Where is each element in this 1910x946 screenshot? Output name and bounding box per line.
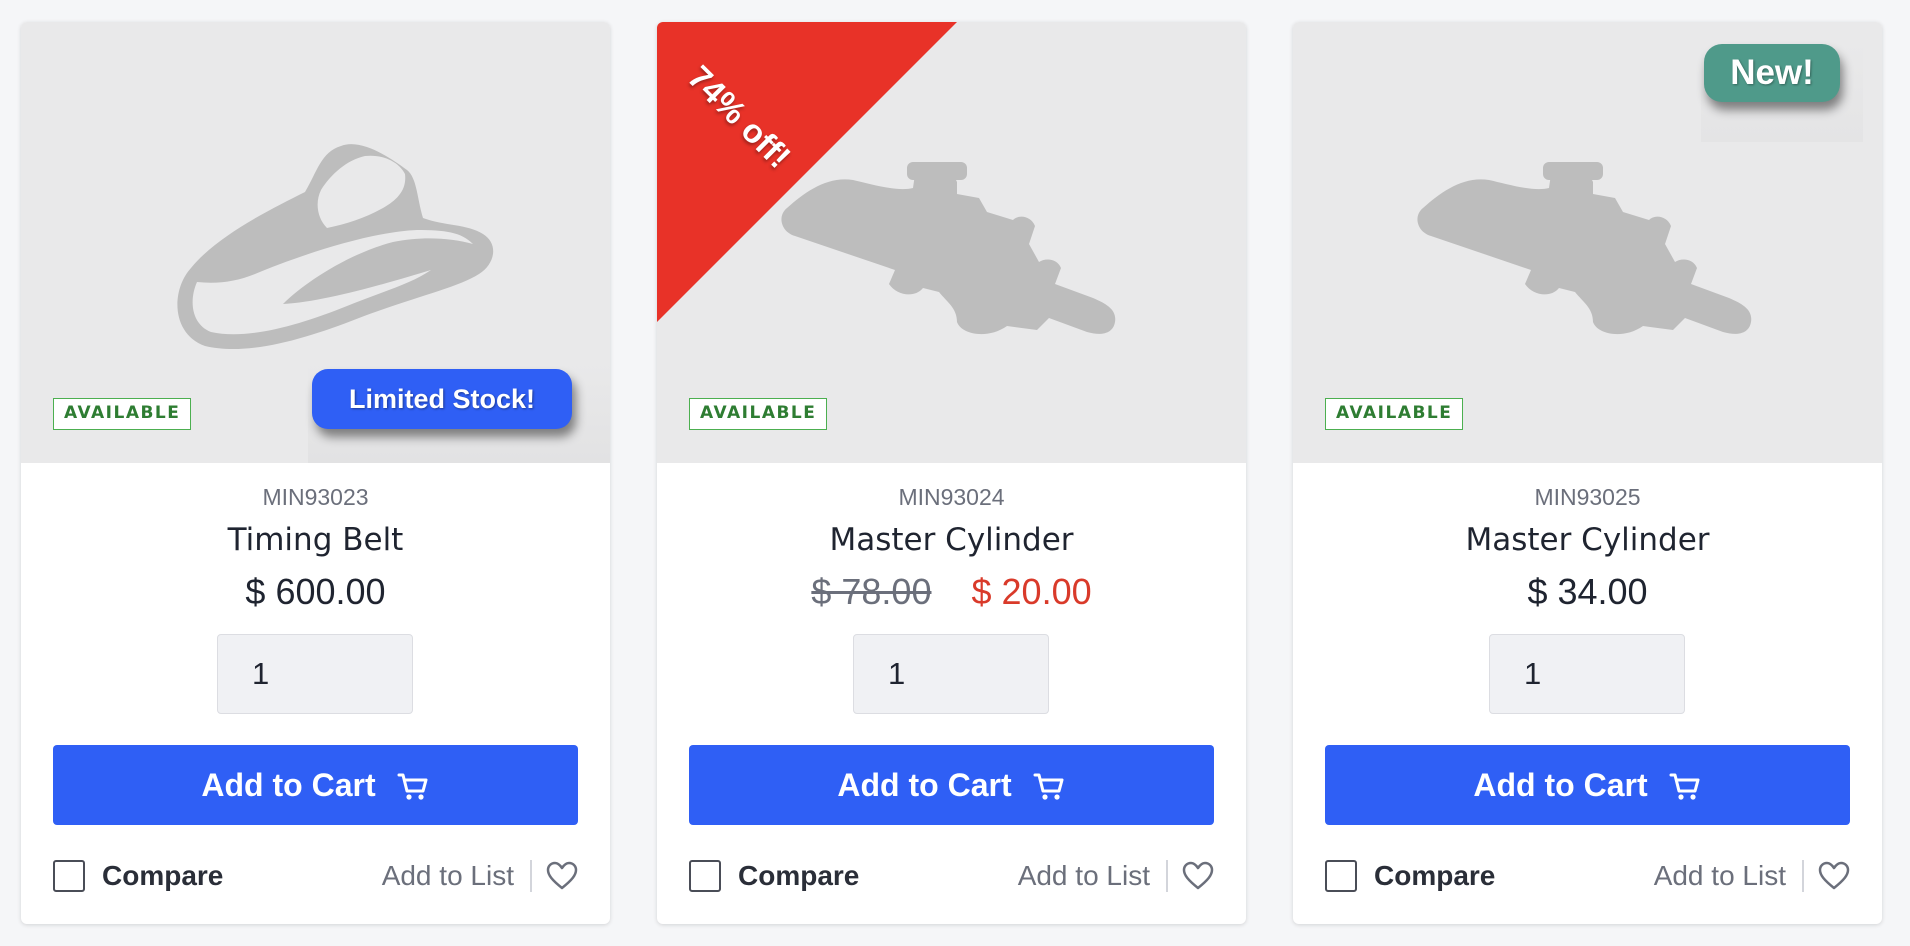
compare-checkbox[interactable] [53, 860, 85, 892]
product-name[interactable]: Master Cylinder [657, 522, 1246, 558]
add-to-cart-label: Add to Cart [837, 766, 1012, 803]
product-sku: MIN93023 [262, 484, 369, 510]
product-price: $ 78.00 $ 20.00 [657, 571, 1246, 613]
product-sku: MIN93025 [1534, 484, 1641, 510]
compare-label[interactable]: Compare [1374, 860, 1495, 892]
compare-control[interactable]: Compare [689, 860, 859, 892]
product-sku: MIN93024 [898, 484, 1005, 510]
original-price: $ 78.00 [811, 571, 932, 612]
quantity-input[interactable] [853, 634, 1049, 714]
add-to-list-link[interactable]: Add to List [382, 860, 514, 892]
cart-icon [397, 773, 428, 800]
quantity-input[interactable] [1489, 634, 1685, 714]
add-to-cart-button[interactable]: Add to Cart [53, 745, 578, 825]
divider [1802, 860, 1804, 892]
limited-stock-badge-wrapper: Limited Stock! [308, 363, 610, 463]
quantity-input[interactable] [217, 634, 413, 714]
compare-control[interactable]: Compare [53, 860, 223, 892]
product-card: 74% off! AVAILABLE MIN93024 Master Cylin… [657, 22, 1246, 924]
price-value: $ 600.00 [245, 571, 386, 612]
cart-icon [1669, 773, 1700, 800]
product-card: New! AVAILABLE MIN93025 Master Cylinder … [1293, 22, 1882, 924]
list-actions: Add to List [1654, 858, 1850, 894]
heart-icon[interactable] [1182, 861, 1214, 891]
compare-label[interactable]: Compare [738, 860, 859, 892]
product-name[interactable]: Master Cylinder [1293, 522, 1882, 558]
product-image-area[interactable]: New! AVAILABLE [1293, 22, 1882, 463]
add-to-cart-label: Add to Cart [201, 766, 376, 803]
add-to-cart-button[interactable]: Add to Cart [1325, 745, 1850, 825]
product-image-area[interactable]: 74% off! AVAILABLE [657, 22, 1246, 463]
add-to-cart-label: Add to Cart [1473, 766, 1648, 803]
availability-badge: AVAILABLE [1325, 398, 1464, 430]
compare-checkbox[interactable] [689, 860, 721, 892]
divider [530, 860, 532, 892]
product-price: $ 600.00 [21, 571, 610, 613]
product-image-area[interactable]: AVAILABLE Limited Stock! [21, 22, 610, 463]
compare-label[interactable]: Compare [102, 860, 223, 892]
availability-badge: AVAILABLE [689, 398, 828, 430]
compare-control[interactable]: Compare [1325, 860, 1495, 892]
add-to-list-link[interactable]: Add to List [1654, 860, 1786, 892]
price-value: $ 34.00 [1527, 571, 1648, 612]
divider [1166, 860, 1168, 892]
compare-checkbox[interactable] [1325, 860, 1357, 892]
product-price: $ 34.00 [1293, 571, 1882, 613]
sale-price: $ 20.00 [971, 571, 1092, 612]
product-card: AVAILABLE Limited Stock! MIN93023 Timing… [21, 22, 610, 924]
new-badge: New! [1704, 44, 1840, 102]
new-badge-wrapper: New! [1701, 42, 1863, 142]
add-to-list-link[interactable]: Add to List [1018, 860, 1150, 892]
add-to-cart-button[interactable]: Add to Cart [689, 745, 1214, 825]
list-actions: Add to List [1018, 858, 1214, 894]
limited-stock-badge: Limited Stock! [312, 369, 572, 429]
cart-icon [1033, 773, 1064, 800]
heart-icon[interactable] [546, 861, 578, 891]
heart-icon[interactable] [1818, 861, 1850, 891]
list-actions: Add to List [382, 858, 578, 894]
availability-badge: AVAILABLE [53, 398, 192, 430]
product-name[interactable]: Timing Belt [21, 522, 610, 558]
